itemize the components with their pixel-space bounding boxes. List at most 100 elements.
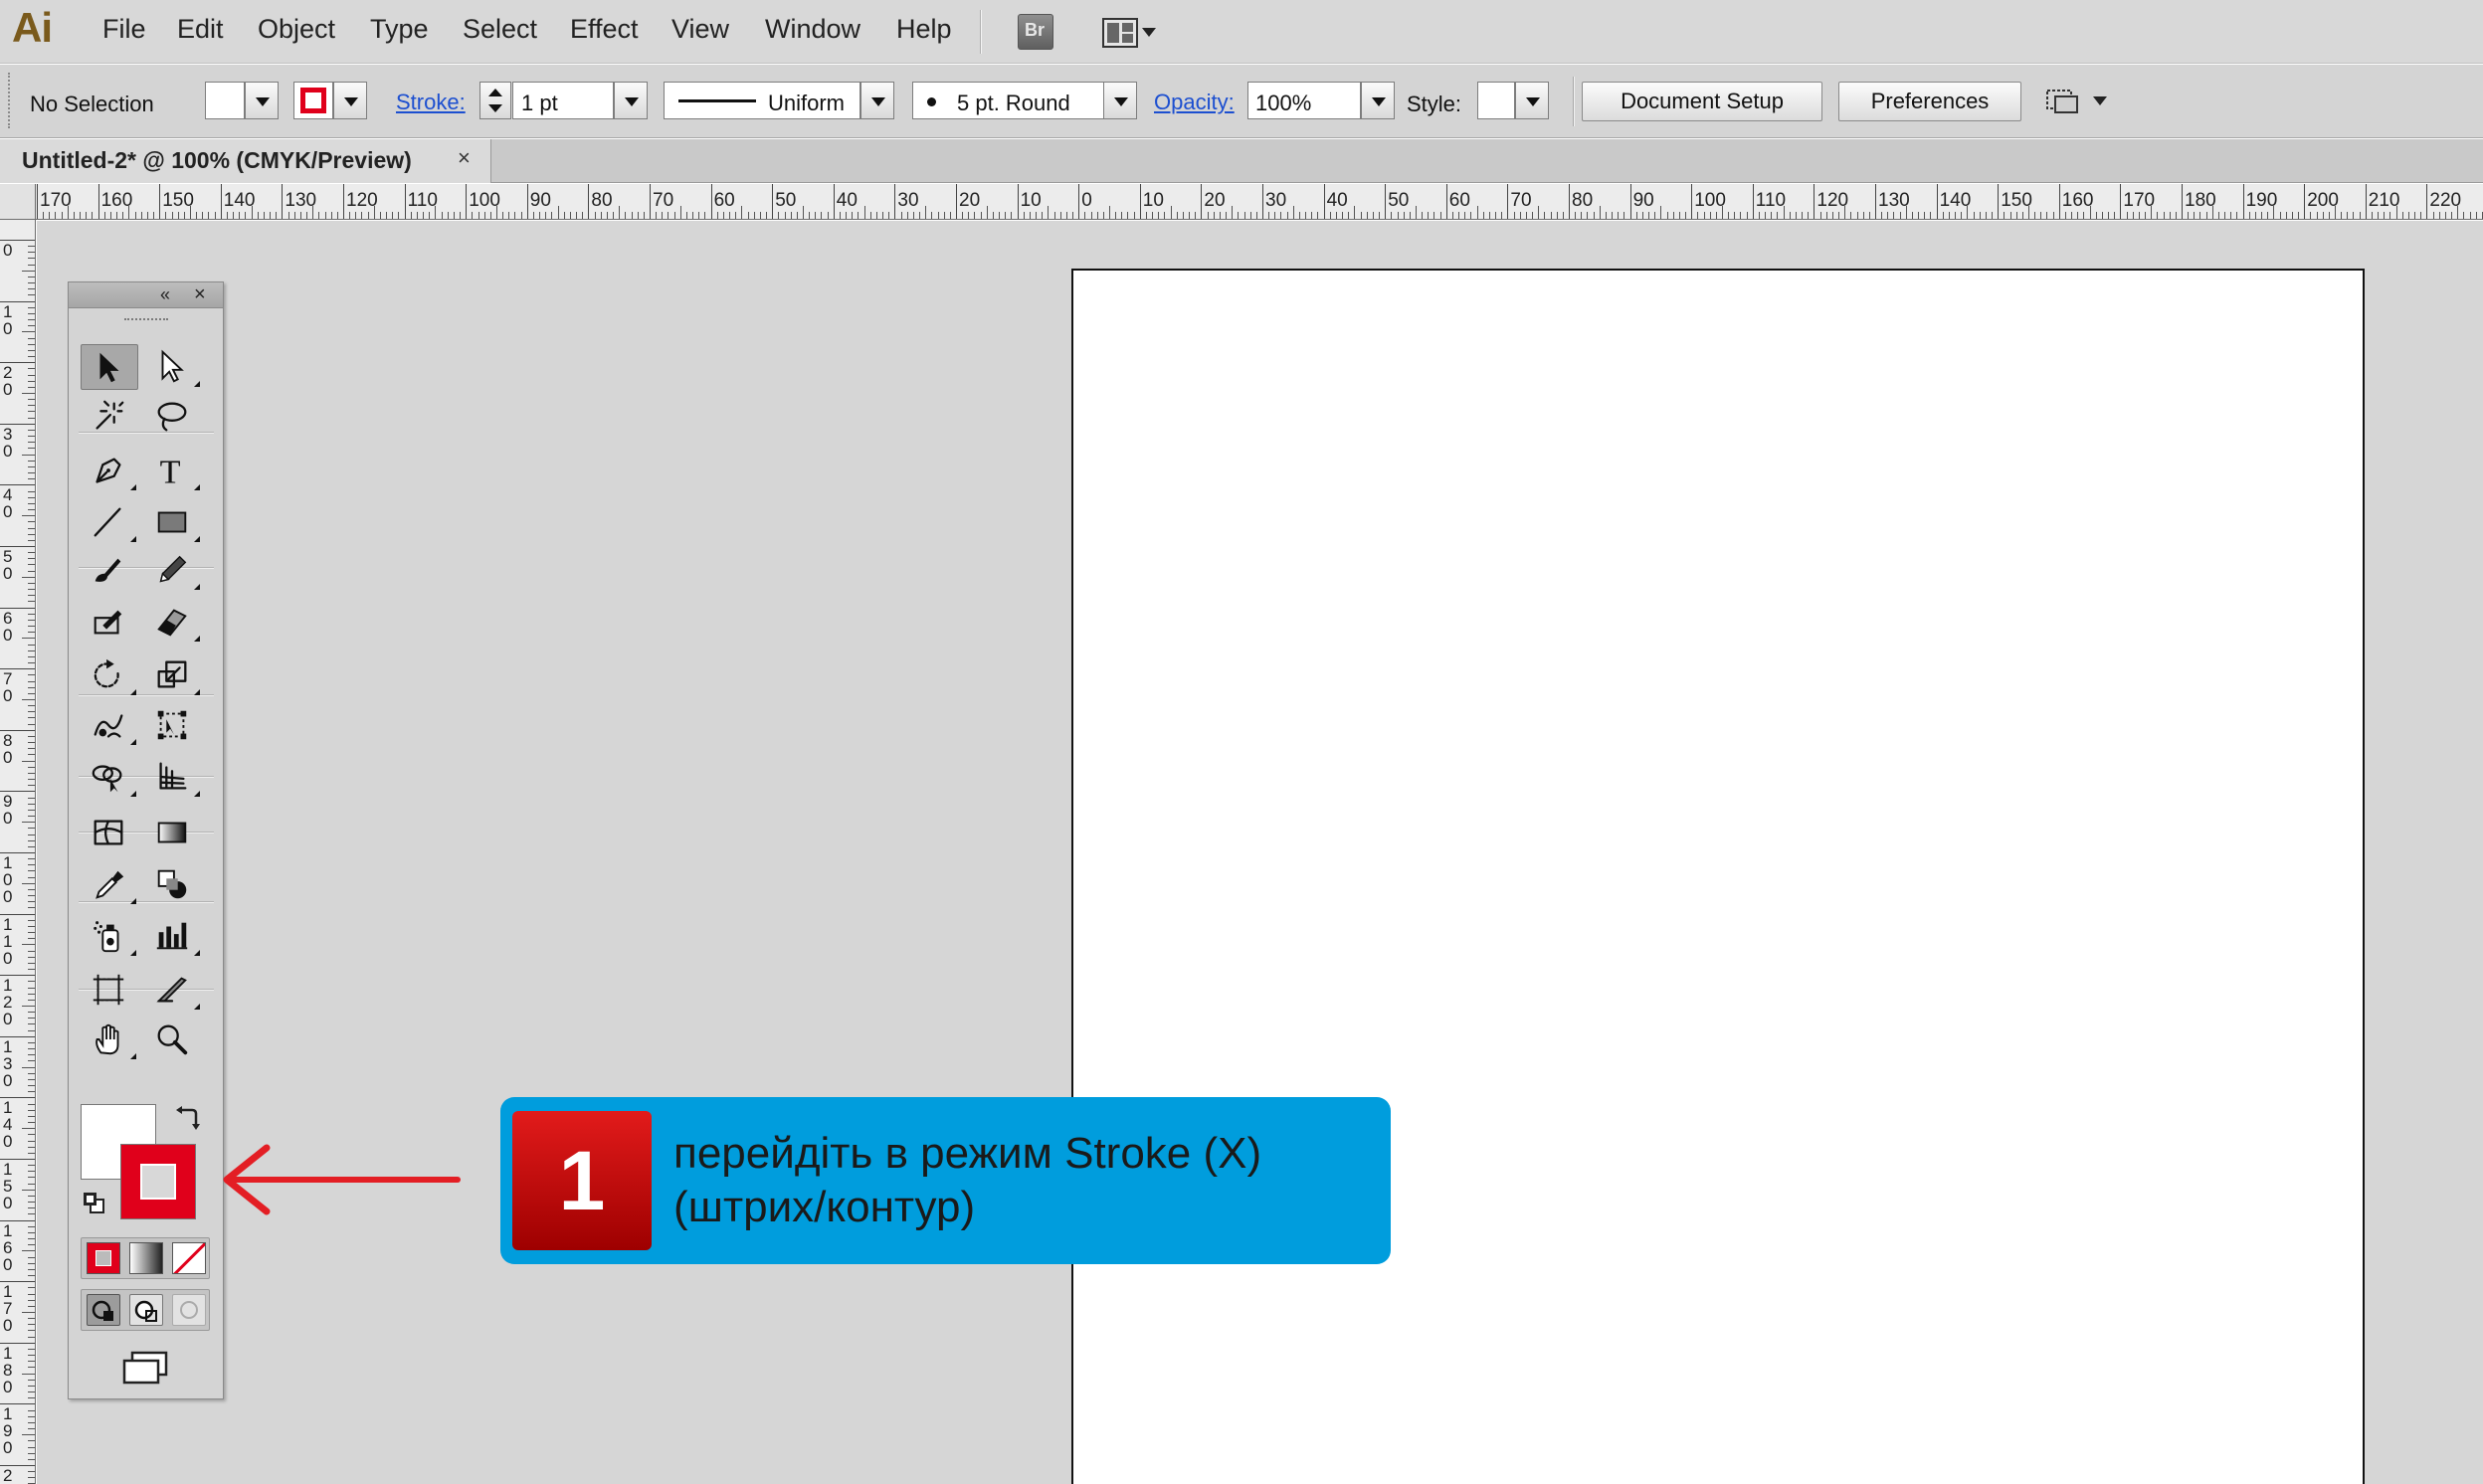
ruler-minor-tick bbox=[28, 779, 35, 781]
default-fill-stroke-icon[interactable] bbox=[81, 1190, 106, 1215]
fill-dropdown[interactable] bbox=[245, 82, 279, 119]
graphic-style-swatch[interactable] bbox=[1477, 82, 1515, 119]
swap-fill-stroke-icon[interactable] bbox=[174, 1104, 202, 1132]
horizontal-ruler[interactable]: 170 160 150 140 130 120 110 100 90 80 70 60 50 40 30 20… bbox=[0, 184, 2483, 220]
document-setup-button[interactable]: Document Setup bbox=[1582, 82, 1822, 121]
gradient-tool[interactable] bbox=[144, 810, 202, 855]
ruler-minor-tick bbox=[1292, 206, 1294, 219]
blend-tool[interactable] bbox=[144, 861, 202, 907]
direct-selection-icon bbox=[161, 349, 184, 383]
stroke-weight-stepper[interactable] bbox=[479, 82, 511, 119]
symbol-sprayer-tool[interactable] bbox=[81, 913, 138, 959]
document-tab-close-icon[interactable]: × bbox=[458, 145, 471, 171]
gradient-mode-button[interactable] bbox=[129, 1242, 163, 1274]
opacity-panel-link[interactable]: Opacity: bbox=[1154, 90, 1235, 115]
ruler-minor-tick bbox=[28, 993, 35, 995]
ruler-origin-corner[interactable] bbox=[0, 184, 36, 220]
color-mode-button[interactable] bbox=[87, 1242, 120, 1274]
ruler-minor-tick bbox=[28, 1171, 35, 1173]
zoom-tool[interactable] bbox=[144, 1017, 202, 1062]
eraser-tool[interactable] bbox=[144, 599, 202, 645]
ruler-tick-label: 170 bbox=[3, 1282, 13, 1336]
ruler-major-tick bbox=[588, 184, 590, 219]
fill-swatch[interactable] bbox=[205, 82, 245, 119]
ruler-minor-tick bbox=[1544, 212, 1546, 219]
selection-tool[interactable] bbox=[81, 344, 138, 390]
ruler-minor-tick bbox=[28, 1293, 35, 1295]
hand-tool[interactable] bbox=[81, 1017, 138, 1062]
free-transform-tool[interactable] bbox=[144, 702, 202, 748]
menu-edit[interactable]: Edit bbox=[177, 14, 224, 45]
stepper-down-icon[interactable] bbox=[488, 104, 502, 112]
paintbrush-tool[interactable] bbox=[81, 547, 138, 593]
slice-tool[interactable] bbox=[144, 967, 202, 1013]
scale-tool[interactable] bbox=[144, 652, 202, 698]
ruler-major-tick bbox=[1385, 184, 1387, 219]
stroke-color-dropdown[interactable] bbox=[333, 82, 367, 119]
stepper-up-icon[interactable] bbox=[488, 89, 502, 96]
ruler-minor-tick bbox=[28, 337, 35, 339]
line-segment-tool[interactable] bbox=[81, 499, 138, 545]
eyedropper-tool[interactable] bbox=[81, 861, 138, 907]
menu-help[interactable]: Help bbox=[896, 14, 952, 45]
type-tool[interactable]: T bbox=[144, 448, 202, 493]
stroke-weight-field[interactable]: 1 pt bbox=[512, 82, 614, 119]
opacity-field[interactable]: 100% bbox=[1247, 82, 1361, 119]
ruler-minor-tick bbox=[1397, 212, 1399, 219]
menu-file[interactable]: File bbox=[102, 14, 146, 45]
artboard[interactable] bbox=[1071, 269, 2365, 1484]
menu-view[interactable]: View bbox=[671, 14, 729, 45]
none-mode-button[interactable] bbox=[172, 1242, 206, 1274]
direct-selection-tool[interactable] bbox=[144, 344, 202, 390]
ruler-minor-tick bbox=[361, 212, 363, 219]
ruler-minor-tick bbox=[28, 276, 35, 278]
ruler-major-tick bbox=[1691, 184, 1693, 219]
draw-inside-button[interactable] bbox=[172, 1294, 206, 1326]
arrange-documents-button[interactable] bbox=[1102, 16, 1160, 50]
mesh-tool[interactable] bbox=[81, 810, 138, 855]
ruler-minor-tick bbox=[28, 533, 35, 535]
pen-tool[interactable] bbox=[81, 448, 138, 493]
opacity-dropdown[interactable] bbox=[1361, 82, 1395, 119]
menu-type[interactable]: Type bbox=[370, 14, 429, 45]
draw-behind-button[interactable] bbox=[129, 1294, 163, 1326]
ruler-minor-tick bbox=[28, 252, 35, 254]
warp-tool[interactable] bbox=[81, 702, 138, 748]
draw-normal-button[interactable] bbox=[87, 1294, 120, 1326]
rectangle-tool[interactable] bbox=[144, 499, 202, 545]
brush-definition-dropdown[interactable] bbox=[1103, 82, 1137, 119]
document-tab-bar: Untitled-2* @ 100% (CMYK/Preview) × bbox=[0, 139, 2483, 183]
menu-object[interactable]: Object bbox=[258, 14, 335, 45]
document-tab[interactable]: Untitled-2* @ 100% (CMYK/Preview) × bbox=[0, 139, 491, 183]
vertical-ruler[interactable]: 0 10 20 30 40 50 60 70 80 90 100 110 120 130 140 150 160… bbox=[0, 220, 36, 1484]
stroke-swatch[interactable] bbox=[293, 82, 333, 119]
blob-brush-tool[interactable] bbox=[81, 599, 138, 645]
pencil-tool[interactable] bbox=[144, 547, 202, 593]
variable-width-profile-field[interactable]: Uniform bbox=[664, 82, 860, 119]
magic-wand-tool[interactable] bbox=[81, 394, 138, 440]
ruler-minor-tick bbox=[2328, 212, 2330, 219]
menu-select[interactable]: Select bbox=[463, 14, 537, 45]
rotate-tool[interactable] bbox=[81, 652, 138, 698]
preferences-button[interactable]: Preferences bbox=[1838, 82, 2021, 121]
ruler-minor-tick bbox=[1048, 206, 1050, 219]
ruler-minor-tick bbox=[1599, 206, 1601, 219]
stroke-panel-link[interactable]: Stroke: bbox=[396, 90, 466, 115]
lasso-tool[interactable] bbox=[144, 394, 202, 440]
menu-window[interactable]: Window bbox=[765, 14, 860, 45]
variable-width-profile-dropdown[interactable] bbox=[860, 82, 894, 119]
stroke-color-box[interactable] bbox=[120, 1144, 196, 1219]
artboard-tool[interactable] bbox=[81, 967, 138, 1013]
shape-builder-tool[interactable] bbox=[81, 754, 138, 800]
ruler-minor-tick bbox=[330, 212, 332, 219]
arrange-panel-button[interactable] bbox=[2045, 85, 2115, 120]
graphic-style-dropdown[interactable] bbox=[1515, 82, 1549, 119]
ruler-minor-tick bbox=[1715, 212, 1717, 219]
ruler-minor-tick bbox=[28, 1140, 35, 1142]
bridge-button[interactable]: Br bbox=[1018, 14, 1053, 50]
stroke-weight-dropdown[interactable] bbox=[614, 82, 648, 119]
menu-effect[interactable]: Effect bbox=[570, 14, 639, 45]
column-graph-tool[interactable] bbox=[144, 913, 202, 959]
change-screen-mode-button[interactable] bbox=[118, 1347, 174, 1391]
perspective-grid-tool[interactable] bbox=[144, 754, 202, 800]
